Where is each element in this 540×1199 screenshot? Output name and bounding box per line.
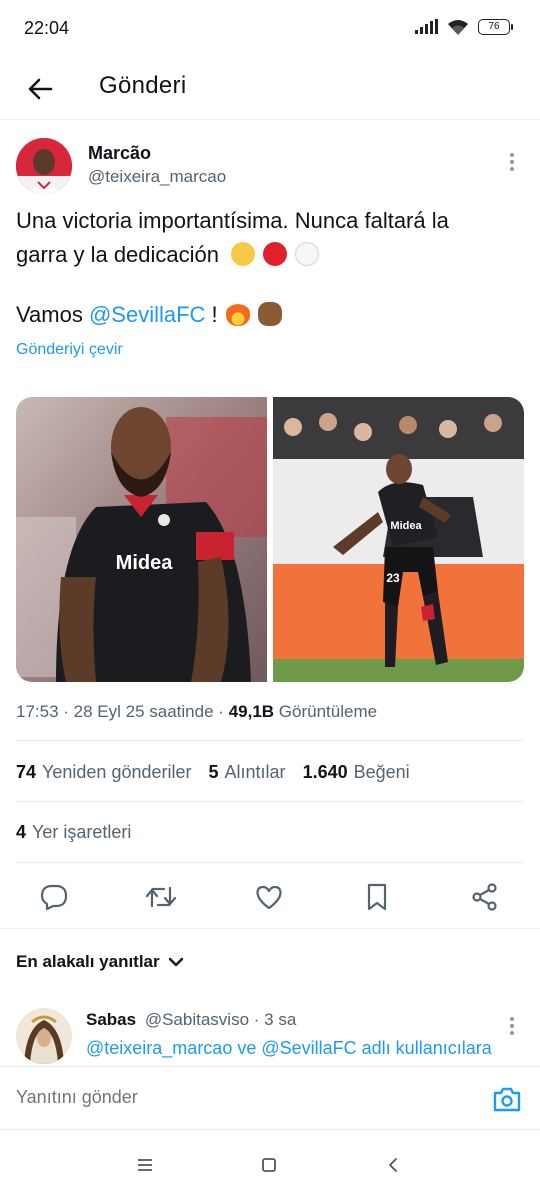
reply-author-handle[interactable]: @Sabitasviso bbox=[145, 1010, 249, 1029]
like-button[interactable] bbox=[252, 880, 286, 914]
system-back-button[interactable] bbox=[378, 1153, 408, 1177]
divider bbox=[16, 862, 524, 863]
reply-button[interactable] bbox=[37, 880, 71, 914]
photo-1-sponsor-text: Midea bbox=[116, 552, 174, 574]
share-button[interactable] bbox=[468, 880, 502, 914]
bookmark-button[interactable] bbox=[360, 880, 394, 914]
reply-avatar[interactable] bbox=[16, 1008, 72, 1064]
share-icon bbox=[472, 883, 497, 911]
back-button[interactable] bbox=[20, 69, 60, 109]
fist-emoji bbox=[257, 302, 282, 326]
tweet-media: Midea Midea 23 bbox=[16, 397, 524, 682]
reply-mention-2[interactable]: @SevillaFC bbox=[261, 1038, 356, 1058]
photo-2-number: 23 bbox=[386, 571, 400, 585]
tweet-text-line-2-text: garra y la dedicación bbox=[16, 242, 220, 267]
author-handle[interactable]: @teixeira_marcao bbox=[88, 167, 226, 187]
reply-icon bbox=[40, 884, 68, 910]
bookmark-icon bbox=[367, 883, 387, 911]
tweet-text-prefix: Vamos bbox=[16, 302, 89, 327]
red-circle-emoji bbox=[263, 242, 288, 266]
reply-header: Sabas @Sabitasviso · 3 sa bbox=[86, 1010, 296, 1030]
likes-label: Beğeni bbox=[353, 762, 410, 782]
white-circle-emoji bbox=[295, 242, 320, 266]
reply-connector: ve bbox=[232, 1038, 262, 1058]
wifi-icon bbox=[448, 20, 468, 35]
reply-item[interactable]: Sabas @Sabitasviso · 3 sa @teixeira_marc… bbox=[0, 1002, 540, 1072]
divider bbox=[16, 801, 524, 802]
fire-emoji bbox=[225, 302, 250, 326]
bookmark-stats: 4 Yer işaretleri bbox=[16, 822, 143, 843]
menu-icon bbox=[138, 1159, 152, 1171]
tweet-time: 17:53 bbox=[16, 702, 59, 721]
battery-indicator: 76 bbox=[478, 19, 513, 35]
translate-link[interactable]: Gönderiyi çevir bbox=[16, 341, 123, 359]
reply-sort-dropdown[interactable]: En alakalı yanıtlar bbox=[16, 952, 184, 972]
status-bar: 22:04 76 bbox=[0, 0, 540, 58]
reply-time: · 3 sa bbox=[253, 1010, 297, 1029]
quotes-count: 5 bbox=[208, 762, 219, 782]
divider bbox=[16, 740, 524, 741]
section-divider bbox=[0, 928, 540, 929]
tweet-text-line-1: Una victoria importantísima. Nunca falta… bbox=[16, 208, 449, 233]
tweet-photo-2[interactable]: Midea 23 bbox=[273, 397, 524, 682]
likes-stat[interactable]: 1.640 Beğeni bbox=[303, 762, 410, 782]
tweet-photo-1[interactable]: Midea bbox=[16, 397, 267, 682]
reply-sort-label: En alakalı yanıtlar bbox=[16, 952, 160, 971]
home-button[interactable] bbox=[254, 1153, 284, 1177]
heart-icon bbox=[256, 885, 282, 910]
reply-more-button[interactable] bbox=[502, 1014, 522, 1038]
bookmarks-stat[interactable]: 4 Yer işaretleri bbox=[16, 822, 131, 842]
page-header: Gönderi bbox=[0, 58, 540, 120]
tweet-text: Una victoria importantísima. Nunca falta… bbox=[16, 204, 524, 332]
repost-button[interactable] bbox=[144, 880, 178, 914]
system-nav-bar bbox=[0, 1131, 540, 1199]
reply-composer bbox=[0, 1066, 540, 1130]
author-avatar[interactable] bbox=[16, 138, 72, 194]
reposts-stat[interactable]: 74 Yeniden gönderiler bbox=[16, 762, 192, 782]
author-name[interactable]: Marcão bbox=[88, 143, 151, 164]
tweet-text-line-2: garra y la dedicación bbox=[16, 238, 524, 272]
reply-text: @teixeira_marcao ve @SevillaFC adlı kull… bbox=[86, 1038, 492, 1059]
views-count: 49,1B bbox=[228, 702, 275, 721]
bookmarks-count: 4 bbox=[16, 822, 27, 842]
reply-input[interactable] bbox=[16, 1087, 466, 1108]
photo-2-sponsor-text: Midea bbox=[390, 520, 422, 532]
likes-count: 1.640 bbox=[302, 762, 348, 782]
status-time: 22:04 bbox=[24, 18, 70, 38]
camera-icon bbox=[493, 1087, 521, 1112]
recent-apps-button[interactable] bbox=[130, 1153, 160, 1177]
quotes-stat[interactable]: 5 Alıntılar bbox=[209, 762, 286, 782]
page-title: Gönderi bbox=[99, 72, 187, 99]
chevron-left-icon bbox=[389, 1158, 397, 1172]
quotes-label: Alıntılar bbox=[224, 762, 286, 782]
reposts-count: 74 bbox=[16, 762, 37, 782]
reply-rest: adlı kullanıcılara bbox=[356, 1038, 492, 1058]
tweet-text-suffix: ! bbox=[205, 302, 224, 327]
status-icons: 76 bbox=[414, 18, 513, 36]
engagement-stats: 74 Yeniden gönderiler 5 Alıntılar 1.640 Beğ… bbox=[16, 762, 422, 783]
tweet-date: 28 Eyl 25 saatinde bbox=[73, 702, 214, 721]
repost-icon bbox=[145, 886, 177, 908]
tweet-meta: 17:53 · 28 Eyl 25 saatinde · 49,1B Görün… bbox=[16, 702, 378, 721]
arrow-left-icon bbox=[28, 78, 53, 100]
mention-link[interactable]: @SevillaFC bbox=[89, 302, 205, 327]
home-square-icon bbox=[262, 1158, 276, 1172]
saluting-face-emoji bbox=[231, 242, 256, 266]
more-options-button[interactable] bbox=[502, 150, 522, 174]
reposts-label: Yeniden gönderiler bbox=[42, 762, 192, 782]
tweet-text-line-3: Vamos @SevillaFC ! bbox=[16, 298, 524, 332]
camera-button[interactable] bbox=[492, 1085, 522, 1113]
reply-mention-1[interactable]: @teixeira_marcao bbox=[86, 1038, 232, 1058]
chevron-down-icon bbox=[168, 957, 183, 967]
bookmarks-label: Yer işaretleri bbox=[32, 822, 132, 842]
views-label[interactable]: Görüntüleme bbox=[279, 702, 377, 721]
signal-icon bbox=[415, 19, 438, 34]
action-bar bbox=[0, 870, 540, 922]
reply-author-name[interactable]: Sabas bbox=[86, 1010, 136, 1029]
